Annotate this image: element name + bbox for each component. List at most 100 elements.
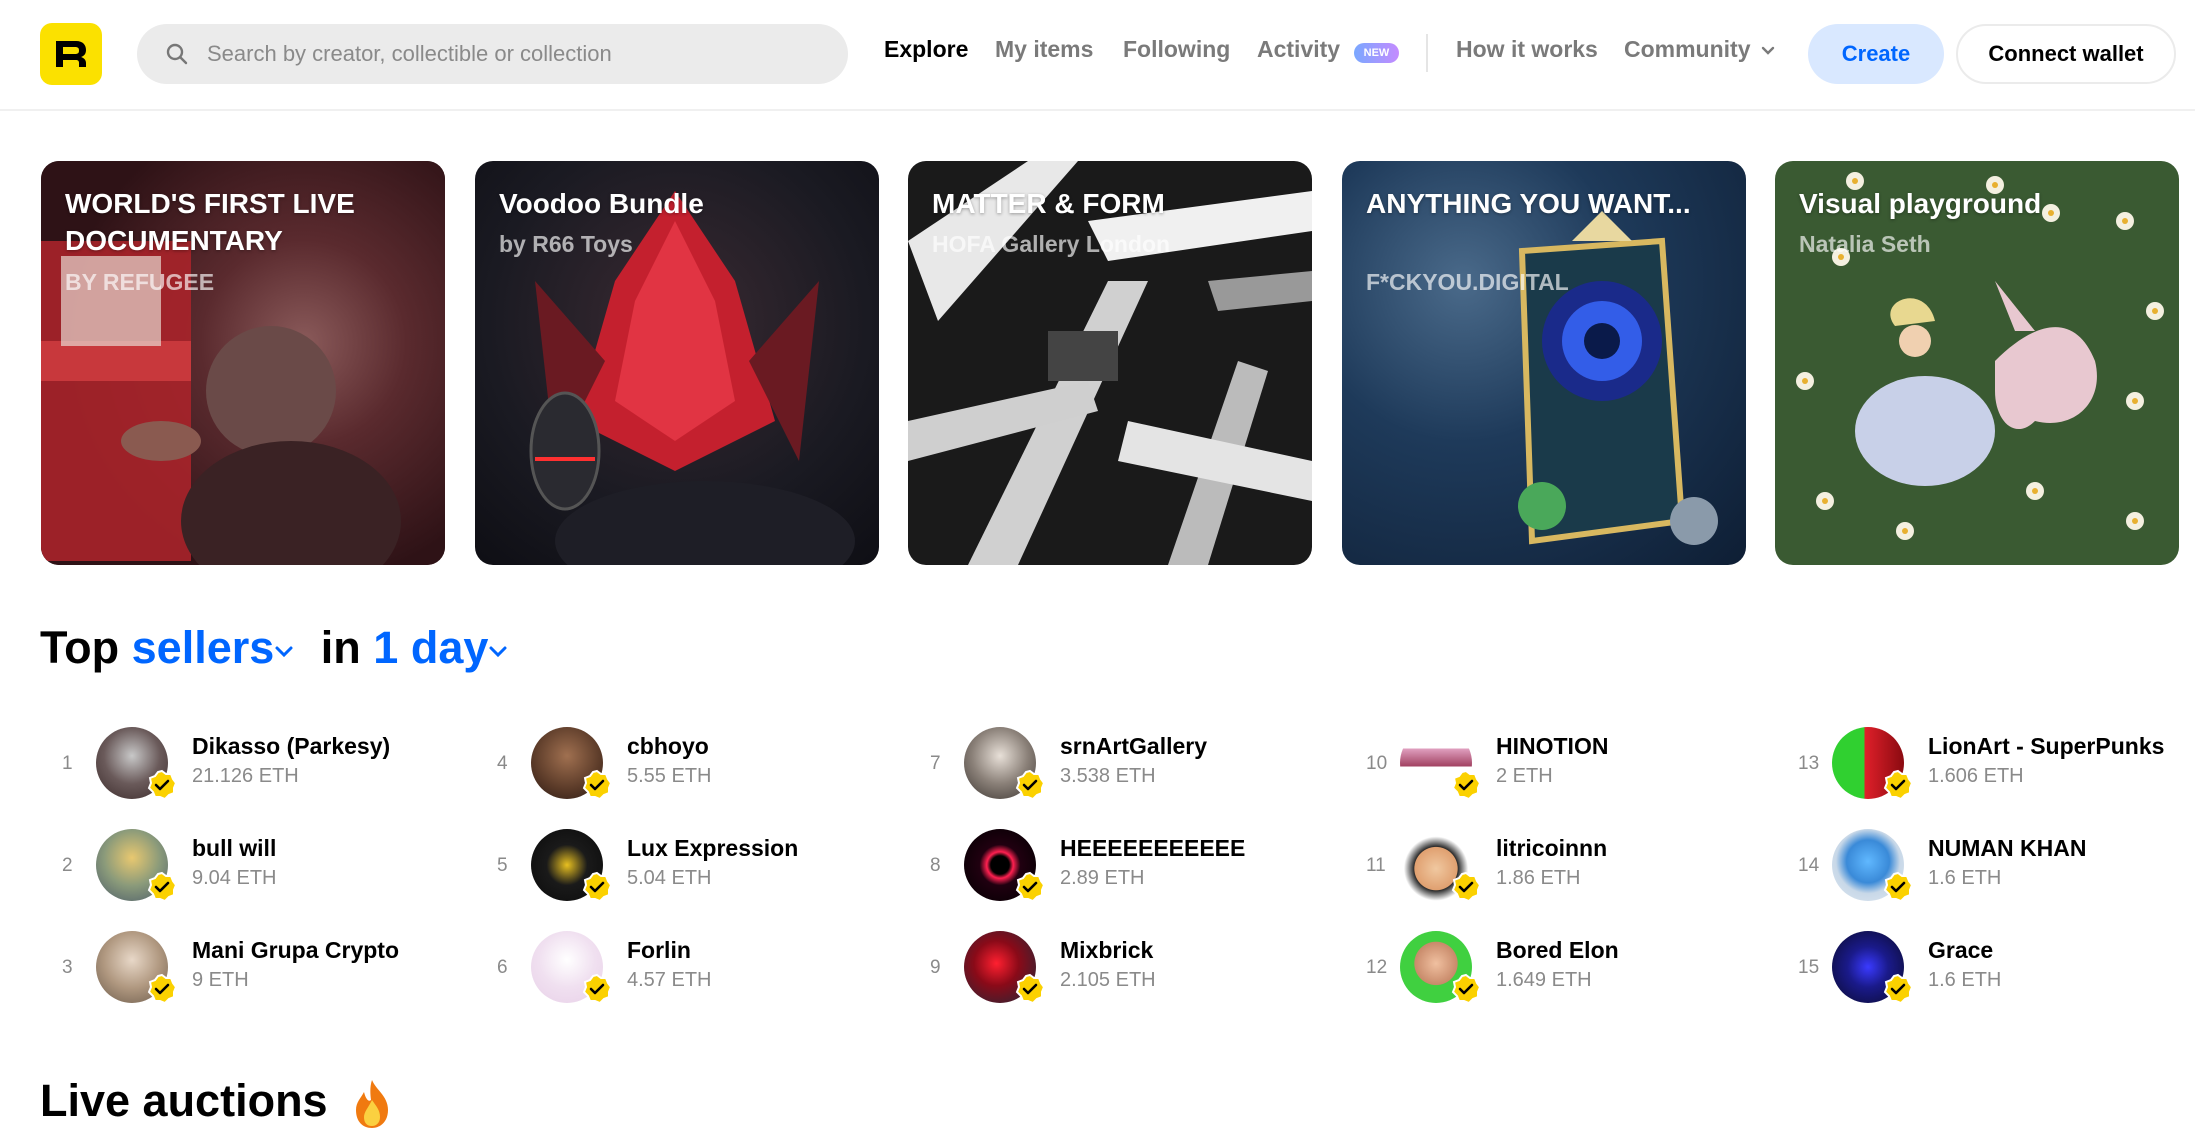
nav-activity[interactable]: Activity	[1257, 36, 1340, 63]
create-button[interactable]: Create	[1808, 24, 1944, 84]
search-input[interactable]	[207, 41, 827, 67]
seller-name: Forlin	[627, 937, 691, 963]
seller-rank: 4	[497, 753, 508, 774]
seller-eth: 1.86 ETH	[1496, 867, 1581, 889]
verified-badge-icon	[147, 973, 178, 1005]
seller-rank: 10	[1366, 753, 1388, 774]
seller-rank: 11	[1366, 855, 1386, 876]
seller-item-12[interactable]: 12 Bored Elon 1.649 ETH	[1366, 927, 1766, 1007]
seller-eth: 1.6 ETH	[1928, 969, 2002, 991]
banner-card-anything[interactable]: ANYTHING YOU WANT... F*CKYOU.DIGITAL	[1342, 161, 1746, 565]
banner-card-voodoo[interactable]: Voodoo Bundle by R66 Toys	[475, 161, 879, 565]
seller-item-3[interactable]: 3 Mani Grupa Crypto 9 ETH	[62, 927, 462, 1007]
chevron-down-icon	[1761, 46, 1775, 55]
banner-title: WORLD'S FIRST LIVE DOCUMENTARY	[65, 188, 355, 256]
banner-card-visual-playground[interactable]: Visual playground Natalia Seth	[1775, 161, 2179, 565]
seller-eth: 2.105 ETH	[1060, 969, 1156, 991]
new-badge: NEW	[1354, 43, 1399, 63]
verified-badge-icon	[1883, 973, 1914, 1005]
seller-rank: 8	[930, 855, 941, 876]
live-auctions-title: Live auctions	[40, 1075, 328, 1126]
chevron-down-icon	[275, 646, 293, 658]
connect-wallet-button[interactable]: Connect wallet	[1956, 24, 2176, 84]
verified-badge-icon	[1015, 973, 1046, 1005]
heading-prefix: Top	[40, 622, 120, 673]
verified-badge-icon	[582, 769, 613, 801]
seller-item-8[interactable]: 8 HEEEEEEEEEEE 2.89 ETH	[930, 825, 1330, 905]
seller-name: Mixbrick	[1060, 937, 1154, 963]
seller-item-2[interactable]: 2 bull will 9.04 ETH	[62, 825, 462, 905]
banner-title: Visual playground	[1799, 188, 2042, 219]
nav-following[interactable]: Following	[1123, 36, 1230, 63]
banner-subtitle: HOFA Gallery London	[932, 231, 1171, 257]
seller-rank: 12	[1366, 957, 1388, 978]
seller-item-1[interactable]: 1 Dikasso (Parkesy) 21.126 ETH	[62, 723, 462, 803]
seller-eth: 2 ETH	[1496, 765, 1553, 787]
seller-item-5[interactable]: 5 Lux Expression 5.04 ETH	[497, 825, 897, 905]
nav-how-it-works[interactable]: How it works	[1456, 36, 1598, 63]
seller-rank: 9	[930, 957, 941, 978]
nav-divider	[1426, 34, 1428, 72]
seller-eth: 9.04 ETH	[192, 867, 277, 889]
seller-rank: 6	[497, 957, 508, 978]
sellers-dropdown-label: sellers	[131, 622, 275, 673]
nav-community[interactable]: Community	[1624, 36, 1775, 63]
verified-badge-icon	[1883, 871, 1914, 903]
seller-name: LionArt - SuperPunks	[1928, 733, 2165, 759]
banner-subtitle: BY REFUGEE	[65, 269, 215, 295]
rarible-logo[interactable]	[40, 23, 102, 85]
top-header: Explore My items Following Activity NEW …	[0, 0, 2195, 111]
seller-eth: 3.538 ETH	[1060, 765, 1156, 787]
seller-item-9[interactable]: 9 Mixbrick 2.105 ETH	[930, 927, 1330, 1007]
nav-explore[interactable]: Explore	[884, 36, 968, 63]
seller-item-13[interactable]: 13 LionArt - SuperPunks 1.606 ETH	[1798, 723, 2195, 803]
banner-card-documentary[interactable]: WORLD'S FIRST LIVE DOCUMENTARY BY REFUGE…	[41, 161, 445, 565]
period-dropdown[interactable]: 1 day	[373, 622, 508, 673]
seller-eth: 5.04 ETH	[627, 867, 712, 889]
verified-badge-icon	[147, 871, 178, 903]
seller-rank: 3	[62, 957, 73, 978]
banner-card-matter-form[interactable]: MATTER & FORM HOFA Gallery London	[908, 161, 1312, 565]
seller-name: bull will	[192, 835, 277, 861]
seller-eth: 4.57 ETH	[627, 969, 712, 991]
seller-item-4[interactable]: 4 cbhoyo 5.55 ETH	[497, 723, 897, 803]
banner-title: Voodoo Bundle	[499, 188, 704, 219]
seller-eth: 1.606 ETH	[1928, 765, 2024, 787]
verified-badge-icon	[1883, 769, 1914, 801]
verified-badge-icon	[147, 769, 178, 801]
seller-eth: 9 ETH	[192, 969, 249, 991]
seller-rank: 5	[497, 855, 508, 876]
seller-eth: 1.649 ETH	[1496, 969, 1592, 991]
seller-item-11[interactable]: 11 litricoinnn 1.86 ETH	[1366, 825, 1766, 905]
period-dropdown-label: 1 day	[373, 622, 489, 673]
nav-my-items[interactable]: My items	[995, 36, 1093, 63]
seller-item-10[interactable]: 10 HINOTION 2 ETH	[1366, 723, 1766, 803]
fire-icon	[356, 1080, 389, 1129]
banner-title: ANYTHING YOU WANT...	[1366, 188, 1691, 219]
seller-rank: 7	[930, 753, 941, 774]
seller-rank: 14	[1798, 855, 1820, 876]
seller-eth: 1.6 ETH	[1928, 867, 2002, 889]
seller-rank: 1	[62, 753, 73, 774]
verified-badge-icon	[1015, 871, 1046, 903]
seller-item-6[interactable]: 6 Forlin 4.57 ETH	[497, 927, 897, 1007]
seller-name: cbhoyo	[627, 733, 709, 759]
seller-item-14[interactable]: 14 NUMAN KHAN 1.6 ETH	[1798, 825, 2195, 905]
verified-badge-icon	[582, 871, 613, 903]
seller-name: srnArtGallery	[1060, 733, 1208, 759]
nav-community-label: Community	[1624, 36, 1751, 62]
banner-subtitle: Natalia Seth	[1799, 231, 1931, 257]
seller-name: Lux Expression	[627, 835, 799, 861]
seller-eth: 5.55 ETH	[627, 765, 712, 787]
seller-item-15[interactable]: 15 Grace 1.6 ETH	[1798, 927, 2195, 1007]
seller-name: NUMAN KHAN	[1928, 835, 2087, 861]
sellers-dropdown[interactable]: sellers	[132, 622, 295, 673]
search-icon	[166, 43, 188, 65]
seller-item-7[interactable]: 7 srnArtGallery 3.538 ETH	[930, 723, 1330, 803]
search-bar[interactable]	[137, 24, 848, 84]
seller-rank: 2	[62, 855, 73, 876]
banner-subtitle: by R66 Toys	[499, 231, 633, 257]
verified-badge-icon	[1451, 871, 1482, 903]
seller-name: Dikasso (Parkesy)	[192, 733, 391, 759]
live-auctions-heading: Live auctions	[40, 1075, 392, 1130]
